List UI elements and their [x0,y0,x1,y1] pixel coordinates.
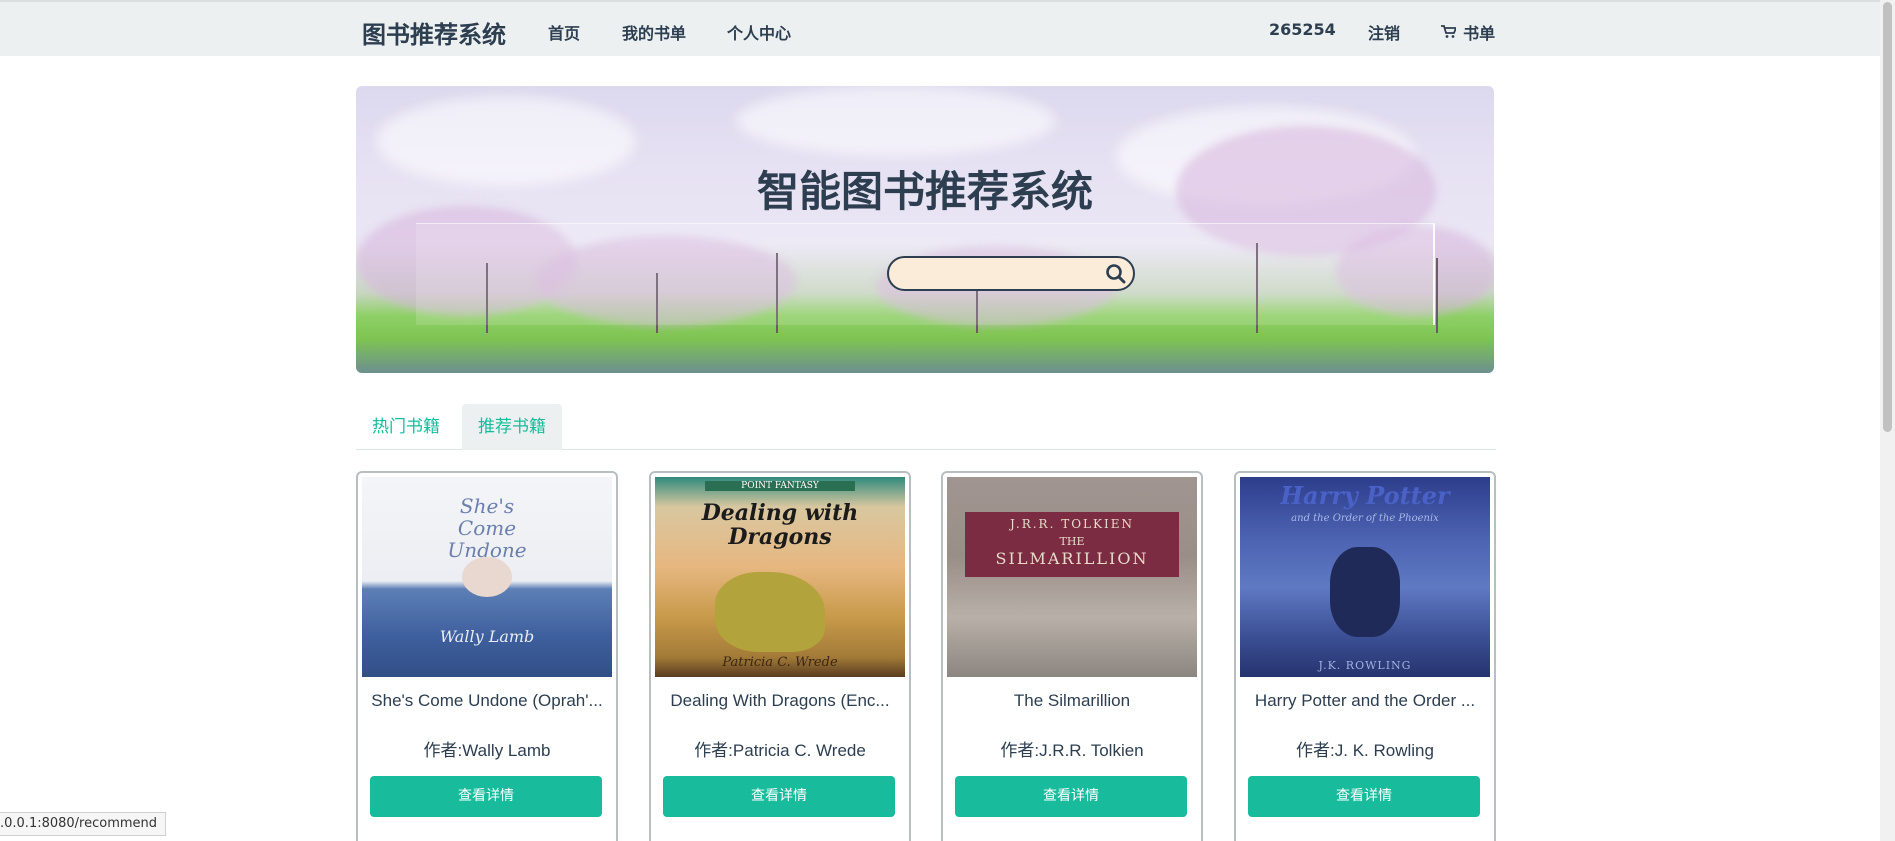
booklist-cart-link[interactable]: 书单 [1441,20,1495,44]
book-cover-image[interactable]: She's Come Undone Wally Lamb [362,477,612,677]
cover-text: SILMARILLION [995,549,1149,568]
brand-logo[interactable]: 图书推荐系统 [362,15,506,50]
book-author: 作者:Patricia C. Wrede [694,741,866,760]
scrollbar-thumb[interactable] [1883,2,1892,432]
top-navbar: 图书推荐系统 首页 我的书单 个人中心 265254 注销 书单 [0,0,1880,56]
cover-text: Harry Potter [1280,481,1450,510]
browser-status-bar: .0.0.1:8080/recommend [0,812,167,836]
view-details-button[interactable]: 查看详情 [1248,776,1480,817]
cover-text: THE [1059,535,1085,548]
cover-text: Dealing with [701,500,859,526]
book-card: She's Come Undone Wally Lamb She's Come … [356,471,618,841]
tab-recommended-books[interactable]: 推荐书籍 [462,404,562,450]
book-cover-image[interactable]: POINT FANTASY Dealing with Dragons Patri… [655,477,905,677]
hero-title: 智能图书推荐系统 [756,167,1093,216]
cover-text: J.R.R. TOLKIEN [1010,517,1134,531]
search-input[interactable] [899,262,1099,286]
cover-text: and the Order of the Phoenix [1291,513,1439,524]
cover-text: Come [457,516,517,540]
book-card: J.R.R. TOLKIEN THE SILMARILLION The Silm… [941,471,1203,841]
book-author: 作者:J. K. Rowling [1296,741,1434,760]
cover-text: Dragons [728,524,832,550]
book-title: The Silmarillion [1013,691,1131,710]
cart-icon [1441,24,1461,43]
book-title: She's Come Undone (Oprah'... [371,691,603,710]
search-box[interactable] [887,256,1135,291]
view-details-button[interactable]: 查看详情 [370,776,602,817]
nav-home-link[interactable]: 首页 [548,20,580,44]
book-title: Harry Potter and the Order ... [1254,691,1476,710]
cover-text: Wally Lamb [439,627,535,646]
cover-text: J.K. ROWLING [1318,659,1412,672]
search-icon[interactable] [1105,263,1127,285]
book-card: Harry Potter and the Order of the Phoeni… [1234,471,1496,841]
book-cover-image[interactable]: Harry Potter and the Order of the Phoeni… [1240,477,1490,677]
book-cover-image[interactable]: J.R.R. TOLKIEN THE SILMARILLION [947,477,1197,677]
tab-popular-books[interactable]: 热门书籍 [356,404,456,450]
cover-text: Patricia C. Wrede [722,655,838,670]
book-title: Dealing With Dragons (Enc... [670,691,890,710]
view-details-button[interactable]: 查看详情 [663,776,895,817]
user-id[interactable]: 265254 [1269,20,1336,39]
book-author: 作者:J.R.R. Tolkien [1000,741,1144,760]
nav-my-booklist-link[interactable]: 我的书单 [622,20,686,44]
cart-label: 书单 [1463,24,1496,43]
page-scrollbar[interactable] [1880,0,1895,841]
book-tabs: 热门书籍 推荐书籍 [356,404,1496,450]
view-details-button[interactable]: 查看详情 [955,776,1187,817]
cover-text: POINT FANTASY [705,481,855,491]
cover-text: She's [459,494,515,518]
search-panel [416,223,1435,325]
book-author: 作者:Wally Lamb [423,741,551,760]
nav-profile-link[interactable]: 个人中心 [727,20,791,44]
hero-banner: 智能图书推荐系统 [356,86,1494,373]
logout-link[interactable]: 注销 [1368,20,1400,44]
book-card: POINT FANTASY Dealing with Dragons Patri… [649,471,911,841]
